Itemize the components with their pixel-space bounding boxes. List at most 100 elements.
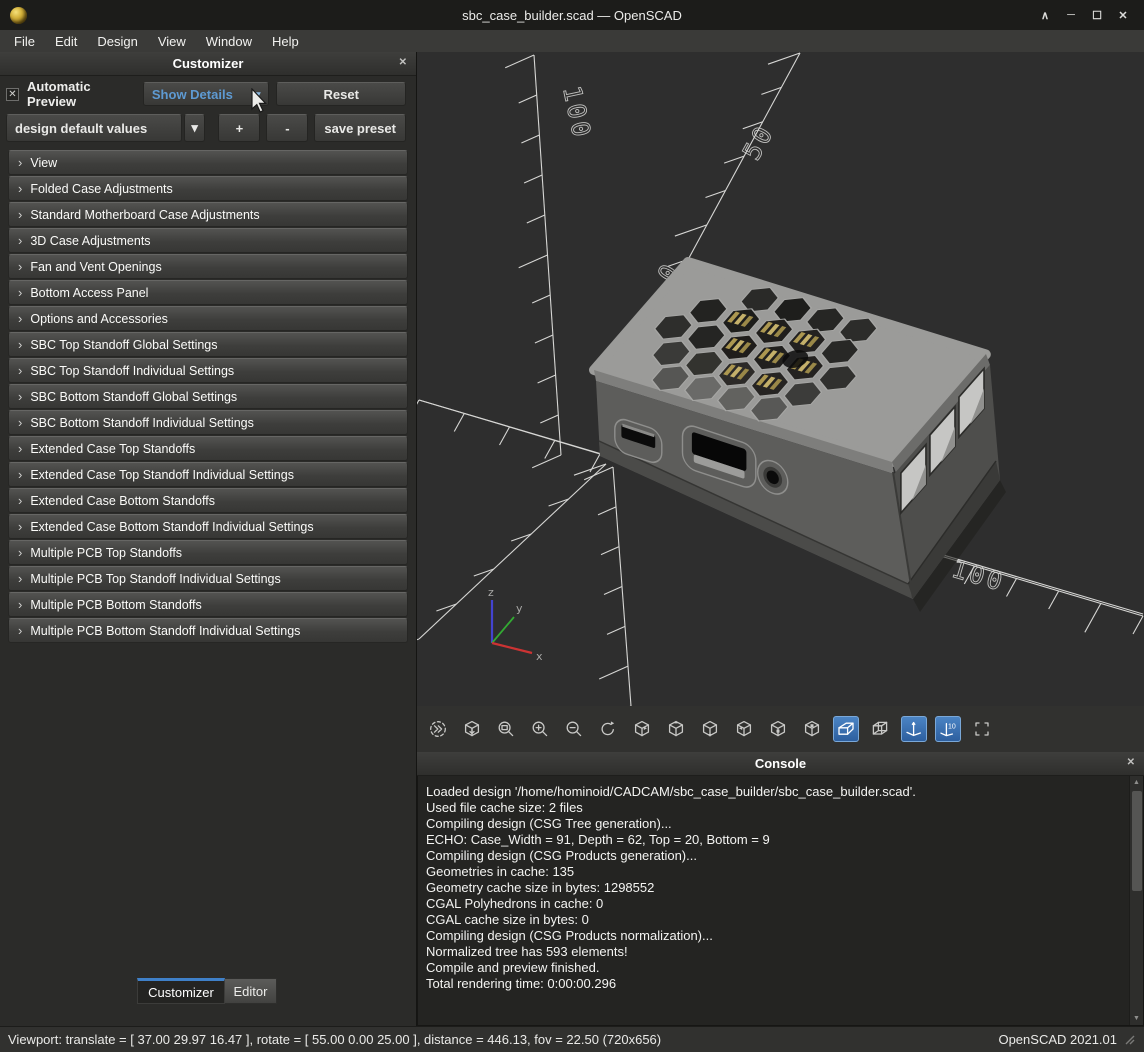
- show-axes-button[interactable]: [901, 716, 927, 742]
- menu-item[interactable]: Design: [87, 34, 147, 49]
- menu-item[interactable]: Edit: [45, 34, 87, 49]
- console-line: Compiling design (CSG Tree generation)..…: [426, 816, 1123, 832]
- view-bottom-button[interactable]: [697, 716, 723, 742]
- console-line: Total rendering time: 0:00:00.296: [426, 976, 1123, 992]
- section-header[interactable]: › SBC Bottom Standoff Individual Setting…: [8, 410, 408, 435]
- view-center-button[interactable]: [459, 716, 485, 742]
- perspective-view-button[interactable]: [833, 716, 859, 742]
- add-preset-label: +: [236, 121, 244, 136]
- section-header[interactable]: › Multiple PCB Bottom Standoffs: [8, 592, 408, 617]
- view-front-button[interactable]: [765, 716, 791, 742]
- section-header[interactable]: › Multiple PCB Top Standoff Individual S…: [8, 566, 408, 591]
- preset-dropdown-value: design default values: [15, 121, 147, 136]
- chevron-right-icon: ›: [18, 598, 22, 611]
- tab-editor-label: Editor: [234, 984, 268, 999]
- menu-item[interactable]: Help: [262, 34, 309, 49]
- zoom-to-fit-button[interactable]: [493, 716, 519, 742]
- zoom-out-button[interactable]: [561, 716, 587, 742]
- view-bottom-icon: [700, 719, 720, 739]
- section-header[interactable]: › SBC Top Standoff Global Settings: [8, 332, 408, 357]
- section-header[interactable]: › Extended Case Top Standoffs: [8, 436, 408, 461]
- remove-preset-label: -: [285, 121, 289, 136]
- view-all-button[interactable]: [425, 716, 451, 742]
- show-crosshairs-button[interactable]: [969, 716, 995, 742]
- section-header[interactable]: › 3D Case Adjustments: [8, 228, 408, 253]
- menubar: File Edit Design View Window Help: [0, 30, 1144, 52]
- chevron-right-icon: ›: [18, 442, 22, 455]
- reset-view-button[interactable]: [595, 716, 621, 742]
- chevron-right-icon: ›: [18, 156, 22, 169]
- section-label: View: [30, 156, 57, 170]
- section-header[interactable]: › Fan and Vent Openings: [8, 254, 408, 279]
- zoom-in-button[interactable]: [527, 716, 553, 742]
- remove-preset-button[interactable]: -: [266, 114, 308, 142]
- y-axis-label: y: [516, 602, 523, 615]
- resize-grip-icon[interactable]: [1123, 1033, 1136, 1046]
- section-header[interactable]: › Options and Accessories: [8, 306, 408, 331]
- menu-item[interactable]: File: [4, 34, 45, 49]
- section-header[interactable]: › Extended Case Bottom Standoff Individu…: [8, 514, 408, 539]
- details-dropdown-value: Show Details: [152, 87, 233, 102]
- console-panel: Console ✕ Loaded design '/home/hominoid/…: [417, 752, 1144, 1026]
- automatic-preview-checkbox[interactable]: ✕: [6, 88, 19, 101]
- axis-gizmo: z y x: [488, 586, 543, 663]
- scrollbar-thumb[interactable]: [1132, 791, 1142, 891]
- 3d-viewport-canvas[interactable]: 100 50 0 100: [417, 52, 1144, 706]
- section-header[interactable]: › Extended Case Bottom Standoffs: [8, 488, 408, 513]
- show-axes-icon: [904, 719, 924, 739]
- console-line: Geometry cache size in bytes: 1298552: [426, 880, 1123, 896]
- section-header[interactable]: › Folded Case Adjustments: [8, 176, 408, 201]
- titlebar: sbc_case_builder.scad — OpenSCAD ∧ ─ ☐ ✕: [0, 0, 1144, 30]
- view-back-button[interactable]: [799, 716, 825, 742]
- close-window-button[interactable]: ✕: [1116, 9, 1130, 22]
- tab-editor[interactable]: Editor: [225, 978, 277, 1004]
- preset-dropdown[interactable]: design default values: [6, 114, 182, 142]
- view-left-icon: [734, 719, 754, 739]
- section-header[interactable]: › View: [8, 150, 408, 175]
- section-header[interactable]: › Multiple PCB Bottom Standoff Individua…: [8, 618, 408, 643]
- view-left-button[interactable]: [731, 716, 757, 742]
- scroll-up-icon[interactable]: ▲: [1130, 779, 1143, 786]
- chevron-right-icon: ›: [18, 390, 22, 403]
- section-label: 3D Case Adjustments: [30, 234, 150, 248]
- console-scrollbar[interactable]: ▲ ▼: [1129, 776, 1143, 1025]
- show-crosshairs-icon: [972, 719, 992, 739]
- section-label: Extended Case Top Standoff Individual Se…: [30, 468, 294, 482]
- section-header[interactable]: › Multiple PCB Top Standoffs: [8, 540, 408, 565]
- section-label: SBC Top Standoff Global Settings: [30, 338, 217, 352]
- customizer-sections: › View › Folded Case Adjustments › Stand…: [8, 150, 408, 643]
- shade-window-button[interactable]: ∧: [1038, 9, 1052, 22]
- view-top-button[interactable]: [663, 716, 689, 742]
- section-label: Multiple PCB Top Standoff Individual Set…: [30, 572, 280, 586]
- maximize-button[interactable]: ☐: [1090, 9, 1104, 22]
- save-preset-label: save preset: [324, 121, 396, 136]
- add-preset-button[interactable]: +: [218, 114, 260, 142]
- show-scale-markers-button[interactable]: 10: [935, 716, 961, 742]
- section-header[interactable]: › Standard Motherboard Case Adjustments: [8, 202, 408, 227]
- section-label: Multiple PCB Bottom Standoffs: [30, 598, 201, 612]
- statusbar: Viewport: translate = [ 37.00 29.97 16.4…: [0, 1026, 1144, 1052]
- reset-button[interactable]: Reset: [276, 82, 406, 106]
- section-header[interactable]: › SBC Top Standoff Individual Settings: [8, 358, 408, 383]
- close-customizer-icon[interactable]: ✕: [399, 57, 407, 69]
- scroll-down-icon[interactable]: ▼: [1130, 1015, 1143, 1022]
- section-label: Folded Case Adjustments: [30, 182, 172, 196]
- version-label: OpenSCAD 2021.01: [998, 1032, 1117, 1047]
- menu-item[interactable]: Window: [196, 34, 262, 49]
- console-line: Normalized tree has 593 elements!: [426, 944, 1123, 960]
- x-axis-label: x: [536, 650, 543, 663]
- section-header[interactable]: › SBC Bottom Standoff Global Settings: [8, 384, 408, 409]
- section-header[interactable]: › Extended Case Top Standoff Individual …: [8, 462, 408, 487]
- close-console-icon[interactable]: ✕: [1127, 757, 1135, 769]
- preset-dropdown-arrow[interactable]: ▾: [184, 114, 206, 142]
- chevron-right-icon: ›: [18, 208, 22, 221]
- zoom-out-icon: [564, 719, 584, 739]
- minimize-button[interactable]: ─: [1064, 9, 1078, 22]
- console-log[interactable]: Loaded design '/home/hominoid/CADCAM/sbc…: [417, 776, 1144, 1026]
- orthogonal-view-button[interactable]: [867, 716, 893, 742]
- save-preset-button[interactable]: save preset: [314, 114, 406, 142]
- menu-item[interactable]: View: [148, 34, 196, 49]
- tab-customizer[interactable]: Customizer: [137, 978, 225, 1004]
- view-right-button[interactable]: [629, 716, 655, 742]
- section-header[interactable]: › Bottom Access Panel: [8, 280, 408, 305]
